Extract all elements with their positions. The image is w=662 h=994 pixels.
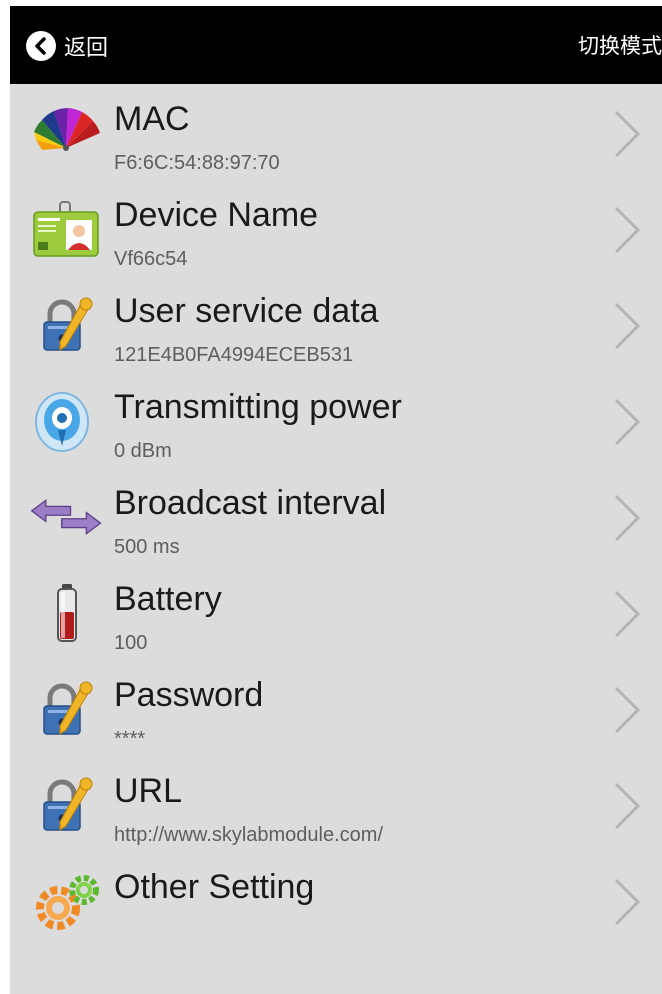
color-fan-icon: [30, 102, 104, 164]
item-label: MAC: [114, 100, 190, 138]
item-label: Password: [114, 676, 264, 714]
switch-mode-button[interactable]: 切换模式: [578, 30, 662, 62]
chevron-right-icon: [610, 684, 644, 736]
item-value: Vf66c54: [114, 248, 188, 270]
item-value: 100: [114, 632, 148, 654]
list-item-battery[interactable]: Battery 100: [10, 564, 662, 660]
item-value: 500 ms: [114, 536, 180, 558]
lock-key-icon: [30, 294, 104, 356]
back-arrow-icon: [26, 31, 56, 61]
chevron-right-icon: [610, 780, 644, 832]
battery-icon: [30, 582, 104, 644]
gears-icon: [30, 870, 104, 932]
item-label: Battery: [114, 580, 222, 618]
list-item-transmitting-power[interactable]: Transmitting power 0 dBm: [10, 372, 662, 468]
id-card-icon: [30, 198, 104, 260]
item-label: User service data: [114, 292, 379, 330]
item-label: Transmitting power: [114, 388, 402, 426]
item-value: F6:6C:54:88:97:70: [114, 152, 280, 174]
lock-key-icon: [30, 774, 104, 836]
chevron-right-icon: [610, 204, 644, 256]
signal-tag-icon: [30, 390, 104, 452]
item-value: ****: [114, 728, 146, 750]
list-item-broadcast-interval[interactable]: Broadcast interval 500 ms: [10, 468, 662, 564]
chevron-right-icon: [610, 588, 644, 640]
top-bar: 返回 切换模式: [10, 6, 662, 84]
list-item-url[interactable]: URL http://www.skylabmodule.com/: [10, 756, 662, 852]
screen: 返回 切换模式 MAC F6:6C:54:88:97:70 Device Nam…: [10, 6, 662, 994]
chevron-right-icon: [610, 300, 644, 352]
back-button[interactable]: 返回: [26, 30, 108, 62]
item-label: Device Name: [114, 196, 319, 234]
item-value: http://www.skylabmodule.com/: [114, 824, 383, 846]
list-item-user-service-data[interactable]: User service data 121E4B0FA4994ECEB531: [10, 276, 662, 372]
lock-key-icon: [30, 678, 104, 740]
chevron-right-icon: [610, 108, 644, 160]
item-label: Other Setting: [114, 868, 315, 906]
item-label: Broadcast interval: [114, 484, 387, 522]
chevron-right-icon: [610, 876, 644, 928]
chevron-right-icon: [610, 396, 644, 448]
item-value: 121E4B0FA4994ECEB531: [114, 344, 354, 366]
list-item-other-setting[interactable]: Other Setting: [10, 852, 662, 948]
list-item-mac[interactable]: MAC F6:6C:54:88:97:70: [10, 84, 662, 180]
chevron-right-icon: [610, 492, 644, 544]
list-item-password[interactable]: Password ****: [10, 660, 662, 756]
double-arrow-icon: [30, 486, 104, 548]
settings-list: MAC F6:6C:54:88:97:70 Device Name Vf66c5…: [10, 84, 662, 948]
item-label: URL: [114, 772, 183, 810]
list-item-device-name[interactable]: Device Name Vf66c54: [10, 180, 662, 276]
item-value: 0 dBm: [114, 440, 172, 462]
back-label: 返回: [64, 36, 109, 61]
